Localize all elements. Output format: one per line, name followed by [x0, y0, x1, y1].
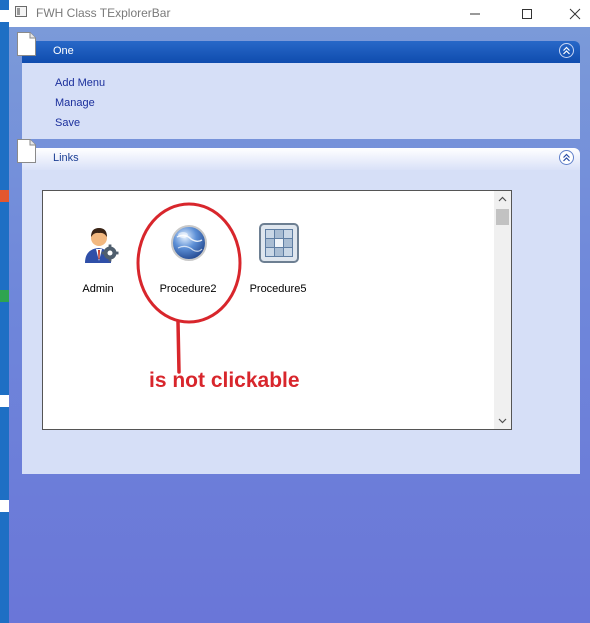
list-item-label: Procedure2	[159, 283, 217, 295]
document-icon	[17, 139, 36, 163]
document-icon	[17, 32, 36, 56]
application-icon	[15, 6, 27, 17]
list-item-label: Procedure5	[249, 283, 307, 295]
double-chevron-up-icon	[563, 46, 570, 55]
explorer-bar: One Add Menu Manage Save Links Admin Pro…	[9, 27, 590, 623]
globe-icon	[171, 225, 207, 261]
vertical-scrollbar[interactable]	[494, 191, 511, 429]
group-title-one: One	[53, 45, 74, 57]
window-title-bar[interactable]: FWH Class TExplorerBar	[9, 0, 590, 27]
maximize-icon	[522, 8, 532, 19]
chevron-down-icon	[498, 418, 507, 424]
close-icon	[569, 8, 581, 19]
window-title: FWH Class TExplorerBar	[36, 6, 171, 20]
collapse-button-links[interactable]	[559, 150, 574, 165]
group-header-links[interactable]: Links	[22, 148, 580, 170]
list-item-procedure5[interactable]: Procedure5	[233, 223, 323, 303]
desktop-background-strip	[0, 0, 9, 623]
link-add-menu[interactable]: Add Menu	[55, 77, 105, 89]
group-title-links: Links	[53, 152, 79, 164]
grid-table-icon	[259, 223, 299, 263]
group-header-one[interactable]: One	[22, 41, 580, 63]
admin-user-gear-icon	[85, 228, 119, 263]
double-chevron-up-icon	[563, 153, 570, 162]
links-list-view[interactable]: Admin Procedure2 Procedure5	[42, 190, 512, 430]
scroll-down-button[interactable]	[494, 413, 511, 429]
list-item-admin[interactable]: Admin	[53, 223, 143, 303]
chevron-up-icon	[498, 196, 507, 202]
minimize-icon	[470, 13, 480, 14]
collapse-button-one[interactable]	[559, 43, 574, 58]
list-item-procedure2[interactable]: Procedure2	[143, 223, 233, 303]
maximize-button[interactable]	[504, 0, 550, 27]
scroll-up-button[interactable]	[494, 191, 511, 207]
list-item-label: Admin	[82, 283, 114, 295]
minimize-button[interactable]	[452, 0, 498, 27]
annotation-text: is not clickable	[149, 369, 300, 392]
group-body-one: Add Menu Manage Save	[22, 63, 580, 139]
link-manage[interactable]: Manage	[55, 97, 95, 109]
scrollbar-thumb[interactable]	[496, 209, 509, 225]
close-button[interactable]	[552, 0, 590, 27]
link-save[interactable]: Save	[55, 117, 80, 129]
